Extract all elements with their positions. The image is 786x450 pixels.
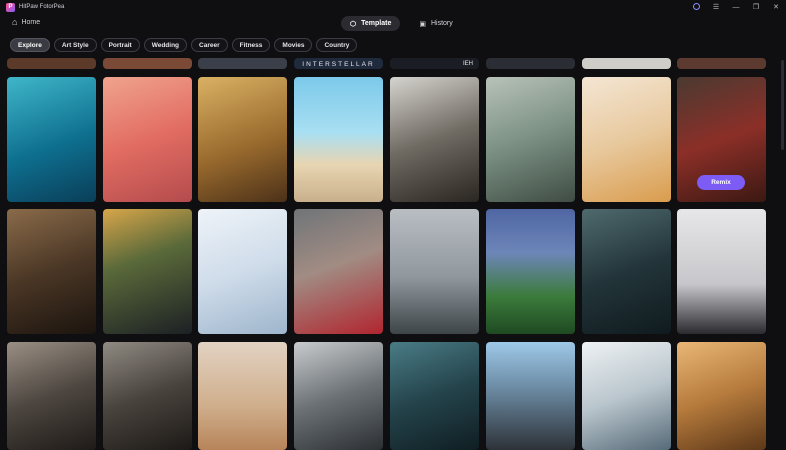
template-card[interactable] bbox=[486, 209, 575, 334]
template-card[interactable] bbox=[198, 342, 287, 450]
template-card[interactable] bbox=[198, 209, 287, 334]
template-card[interactable] bbox=[7, 342, 96, 450]
template-card[interactable] bbox=[677, 209, 766, 334]
template-card[interactable] bbox=[103, 209, 192, 334]
template-card[interactable] bbox=[7, 77, 96, 202]
template-card-partial[interactable]: INTERSTELLAR bbox=[294, 58, 383, 69]
card-caption: INTERSTELLAR bbox=[302, 61, 375, 68]
template-card-partial[interactable] bbox=[677, 58, 766, 69]
template-card-partial[interactable] bbox=[582, 58, 671, 69]
remix-button[interactable]: Remix bbox=[697, 175, 745, 190]
template-card[interactable] bbox=[294, 209, 383, 334]
template-card[interactable] bbox=[390, 77, 479, 202]
template-card-partial[interactable]: IEH bbox=[390, 58, 479, 69]
template-card[interactable] bbox=[582, 342, 671, 450]
template-card[interactable] bbox=[390, 209, 479, 334]
template-card-partial[interactable] bbox=[7, 58, 96, 69]
template-card[interactable] bbox=[198, 77, 287, 202]
template-card-partial[interactable] bbox=[103, 58, 192, 69]
template-card[interactable] bbox=[486, 342, 575, 450]
template-card[interactable] bbox=[390, 342, 479, 450]
template-gallery: INTERSTELLAR IEH Remix bbox=[0, 0, 786, 450]
template-card[interactable] bbox=[7, 209, 96, 334]
template-card-partial[interactable] bbox=[486, 58, 575, 69]
template-card[interactable] bbox=[486, 77, 575, 202]
template-card-partial[interactable] bbox=[198, 58, 287, 69]
template-card[interactable] bbox=[103, 77, 192, 202]
template-card[interactable] bbox=[103, 342, 192, 450]
template-card[interactable] bbox=[582, 77, 671, 202]
template-card[interactable]: Remix bbox=[677, 77, 766, 202]
template-card[interactable] bbox=[582, 209, 671, 334]
gallery-scrollbar[interactable] bbox=[781, 60, 784, 150]
template-card[interactable] bbox=[294, 342, 383, 450]
card-caption: IEH bbox=[462, 61, 473, 67]
template-card[interactable] bbox=[294, 77, 383, 202]
template-card[interactable] bbox=[677, 342, 766, 450]
